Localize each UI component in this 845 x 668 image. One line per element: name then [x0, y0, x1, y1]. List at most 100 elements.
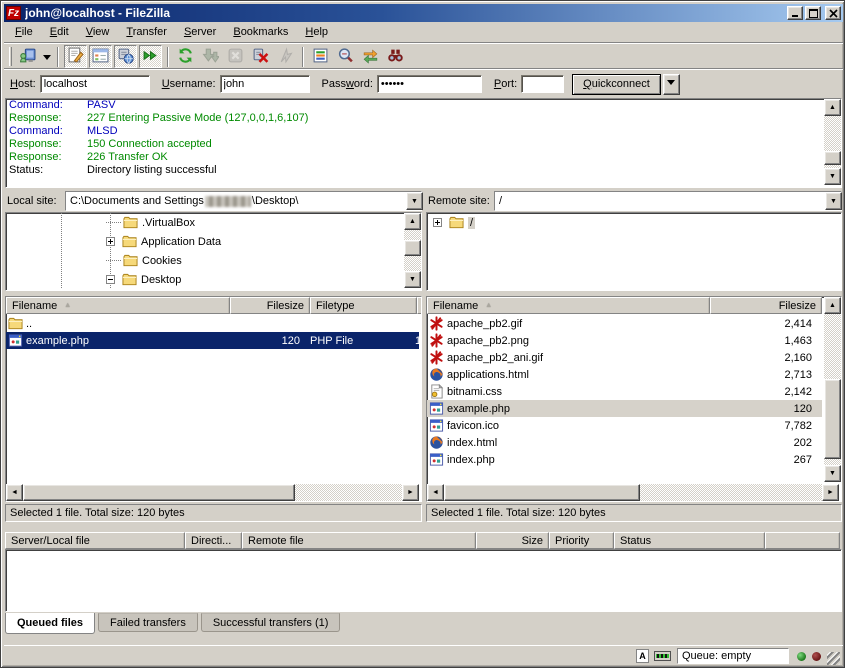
resize-grip[interactable]: [827, 652, 840, 665]
file-row-bitnami.css[interactable]: bitnami.css2,142: [427, 383, 822, 400]
remote-list-hscrollbar[interactable]: ◄►: [427, 484, 839, 501]
queue-col-server-local-file[interactable]: Server/Local file: [5, 532, 185, 549]
title-bar[interactable]: Fz john@localhost - FileZilla: [4, 4, 843, 22]
maximize-button[interactable]: [805, 6, 821, 20]
transfer-queue-body[interactable]: [5, 549, 842, 612]
log-scroll-down-icon[interactable]: ▼: [824, 168, 841, 185]
tab-successful-transfers-1-[interactable]: Successful transfers (1): [201, 613, 341, 632]
menu-file[interactable]: File: [7, 23, 42, 41]
file-row-apache-pb2.png[interactable]: apache_pb2.png1,463: [427, 332, 822, 349]
data-type-icon[interactable]: A: [636, 649, 649, 663]
tree-item-application-data[interactable]: Application Data: [6, 232, 421, 251]
menu-edit[interactable]: Edit: [42, 23, 78, 41]
filter-icon: [312, 47, 329, 67]
queue-col-priority[interactable]: Priority: [549, 532, 614, 549]
file-row-applications.html[interactable]: applications.html2,713: [427, 366, 822, 383]
file-name: apache_pb2_ani.gif: [445, 352, 708, 364]
local-site-combo[interactable]: C:\Documents and Settings\Desktop\: [65, 191, 422, 211]
toggle-remote-tree-button[interactable]: [114, 45, 137, 68]
local-col-lastmodified[interactable]: L: [417, 297, 422, 314]
menu-server[interactable]: Server: [176, 23, 225, 41]
remote-col-filesize[interactable]: Filesize: [710, 297, 822, 314]
log-scroll-up-icon[interactable]: ▲: [824, 99, 841, 116]
speed-limit-icon[interactable]: [654, 651, 671, 661]
queue-col-size[interactable]: Size: [476, 532, 549, 549]
tree-item-label: .VirtualBox: [142, 217, 195, 229]
remote-col-filename[interactable]: Filename▲: [427, 297, 710, 314]
queue-col-directi-[interactable]: Directi...: [185, 532, 242, 549]
toggle-log-button[interactable]: [64, 45, 87, 68]
remote-list-hscroll-right-icon[interactable]: ►: [822, 484, 839, 501]
file-row-apache-pb2-ani.gif[interactable]: apache_pb2_ani.gif2,160: [427, 349, 822, 366]
local-list-hscroll-thumb[interactable]: [23, 484, 295, 501]
menu-view[interactable]: View: [78, 23, 119, 41]
refresh-button[interactable]: [174, 45, 197, 68]
tree-item--virtualbox[interactable]: .VirtualBox: [6, 213, 421, 232]
log-scroll-thumb[interactable]: [824, 151, 841, 165]
file-row-apache-pb2.gif[interactable]: apache_pb2.gif2,414: [427, 315, 822, 332]
log-row-text: 226 Transfer OK: [87, 151, 168, 164]
local-tree-scroll-down-icon[interactable]: ▼: [404, 271, 421, 288]
port-input[interactable]: [521, 75, 564, 93]
local-list-hscrollbar[interactable]: ◄►: [6, 484, 419, 501]
local-site-dropdown-icon[interactable]: ▼: [406, 192, 423, 210]
remote-site-dropdown-icon[interactable]: ▼: [825, 192, 842, 210]
file-row-index.php[interactable]: index.php267: [427, 451, 822, 468]
queue-col-remote-file[interactable]: Remote file: [242, 532, 476, 549]
site-manager-button[interactable]: [16, 45, 39, 68]
remote-list-vscroll-up-icon[interactable]: ▲: [824, 297, 841, 314]
sync-browsing-button[interactable]: [359, 45, 382, 68]
toggle-queue-button[interactable]: [139, 45, 162, 68]
remote-site-combo[interactable]: /: [494, 191, 842, 211]
local-list-hscroll-left-icon[interactable]: ◄: [6, 484, 23, 501]
remote-list-vscroll-thumb[interactable]: [824, 379, 841, 459]
file-row-example.php[interactable]: example.php120PHP File1: [6, 332, 419, 349]
close-button[interactable]: [825, 6, 841, 20]
menu-help[interactable]: Help: [297, 23, 337, 41]
local-tree-scroll-up-icon[interactable]: ▲: [404, 213, 421, 230]
queue-col-empty[interactable]: [765, 532, 840, 549]
cancel-icon: [227, 47, 244, 67]
tree-item-root[interactable]: /: [427, 213, 841, 232]
collapse-minus-icon[interactable]: [106, 275, 115, 284]
username-input[interactable]: [220, 75, 310, 93]
file-row-favicon.ico[interactable]: favicon.ico7,782: [427, 417, 822, 434]
toolbar-grip[interactable]: [9, 47, 12, 66]
queue-col-status[interactable]: Status: [614, 532, 765, 549]
local-col-filetype[interactable]: Filetype: [310, 297, 417, 314]
expand-plus-icon[interactable]: [106, 237, 115, 246]
toggle-local-tree-button[interactable]: [89, 45, 112, 68]
tree-item-cookies[interactable]: Cookies: [6, 251, 421, 270]
tab-failed-transfers[interactable]: Failed transfers: [98, 613, 198, 632]
file-row-..[interactable]: ..: [6, 315, 419, 332]
remote-list-hscroll-left-icon[interactable]: ◄: [427, 484, 444, 501]
file-row-example.php[interactable]: example.php120: [427, 400, 822, 417]
tree-item-desktop[interactable]: Desktop: [6, 270, 421, 289]
tab-queued-files[interactable]: Queued files: [5, 613, 95, 634]
message-log-scrollbar[interactable]: ▲▼: [824, 99, 841, 185]
local-col-filesize[interactable]: Filesize: [230, 297, 310, 314]
remote-list-vscroll-down-icon[interactable]: ▼: [824, 465, 841, 482]
remote-list-vscrollbar[interactable]: ▲▼: [824, 297, 841, 482]
file-row-index.html[interactable]: index.html202: [427, 434, 822, 451]
quickconnect-button[interactable]: Quickconnect: [572, 74, 661, 95]
remote-list-hscroll-thumb[interactable]: [444, 484, 640, 501]
local-list-hscroll-right-icon[interactable]: ►: [402, 484, 419, 501]
local-col-filename[interactable]: Filename▲: [6, 297, 230, 314]
host-input[interactable]: [40, 75, 150, 93]
expand-plus-icon[interactable]: [433, 218, 442, 227]
password-input[interactable]: [377, 75, 482, 93]
toolbar-separator: [167, 47, 169, 67]
site-manager-dropdown[interactable]: [40, 46, 53, 67]
find-files-button[interactable]: [384, 45, 407, 68]
filter-button[interactable]: [309, 45, 332, 68]
menu-bookmarks[interactable]: Bookmarks: [225, 23, 297, 41]
menu-transfer[interactable]: Transfer: [118, 23, 176, 41]
log-row: Command:MLSD: [6, 125, 841, 138]
quickconnect-dropdown[interactable]: [663, 74, 680, 95]
minimize-button[interactable]: [787, 6, 803, 20]
compare-button[interactable]: [334, 45, 357, 68]
local-tree-scrollbar[interactable]: ▲▼: [404, 213, 421, 288]
disconnect-button[interactable]: [249, 45, 272, 68]
local-tree-scroll-thumb[interactable]: [404, 240, 421, 256]
